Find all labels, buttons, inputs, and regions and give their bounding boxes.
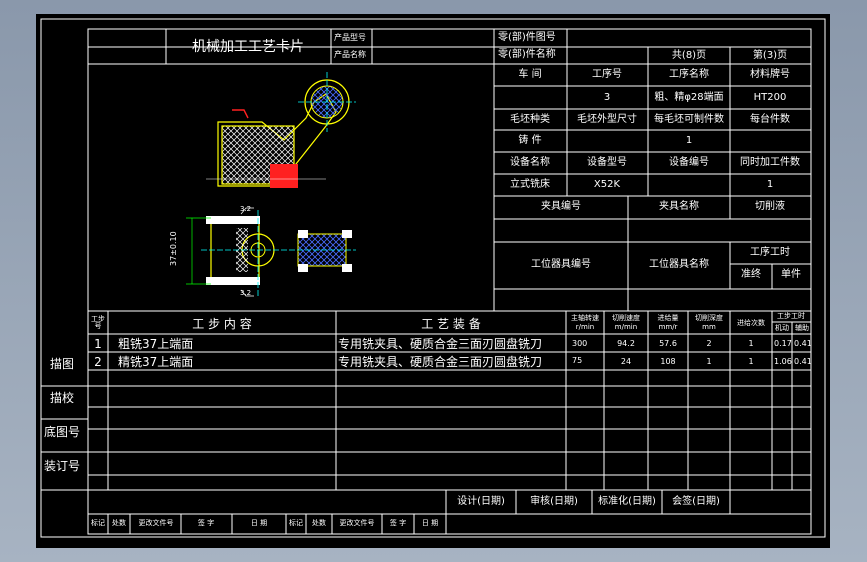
fixture-name-label: 夹具名称	[659, 201, 699, 212]
step-spindle: 300	[572, 339, 588, 348]
roughness-bottom: 3.2	[240, 289, 252, 297]
depth-unit: mm	[702, 323, 716, 331]
op-name-label: 工序名称	[669, 69, 709, 80]
workshop-label: 车 间	[518, 69, 542, 80]
product-model-label: 产品型号	[334, 33, 366, 42]
depth-header: 切削深度	[695, 314, 723, 322]
cut-speed-header: 切削速度	[612, 314, 640, 322]
feed-unit: mm/r	[658, 323, 678, 331]
unit-label: 单件	[781, 269, 801, 280]
step-passes: 1	[748, 357, 754, 366]
change-doc-label-1: 更改文件号	[138, 519, 174, 527]
step-passes: 1	[748, 339, 754, 348]
equip-name-value: 立式铣床	[510, 179, 550, 190]
step-content-header: 工 步 内 容	[192, 317, 252, 331]
per-unit-label: 每台件数	[750, 114, 790, 125]
fixture-no-label: 夹具编号	[541, 201, 581, 212]
per-blank-label: 每毛坯可制件数	[654, 114, 724, 125]
step-speed: 94.2	[617, 339, 635, 348]
step-depth: 1	[706, 357, 712, 366]
trace-label: 描校	[50, 391, 75, 405]
design-label: 设计(日期)	[457, 496, 505, 507]
mark-label-2: 标记	[289, 519, 303, 527]
step-no-header: 工步号	[91, 315, 105, 330]
material-label: 材料牌号	[750, 69, 790, 80]
step-feed: 108	[660, 357, 676, 366]
draw-label: 描图	[50, 357, 75, 371]
bind-no-label: 装订号	[44, 459, 81, 473]
step-spindle: 75	[572, 356, 583, 365]
casting-label: 铸 件	[518, 135, 542, 146]
equipment-header: 工 艺 装 备	[421, 317, 481, 331]
material-value: HT200	[753, 92, 787, 103]
step-content: 粗铣37上端面	[118, 337, 194, 351]
part-side-view	[186, 207, 356, 297]
roughness-top: 3.2	[240, 205, 252, 213]
step-content: 精铣37上端面	[118, 355, 194, 369]
cut-speed-unit: m/min	[614, 323, 638, 331]
feed-header: 进给量	[657, 314, 679, 322]
part-top-view	[206, 72, 356, 188]
equip-model-value: X52K	[593, 179, 621, 190]
machine-header: 机动	[775, 324, 789, 332]
equip-model-label: 设备型号	[587, 157, 627, 168]
step-aux: 0.41	[794, 357, 812, 366]
spindle-unit: r/min	[575, 323, 595, 331]
card-title: 机械加工工艺卡片	[192, 39, 304, 55]
page-number: 第(3)页	[752, 50, 788, 61]
step-machine: 0.17	[774, 339, 792, 348]
step-machine: 1.06	[774, 357, 792, 366]
change-doc-label-2: 更改文件号	[339, 519, 375, 527]
station-tool-name-label: 工位器具名称	[649, 259, 709, 270]
step-no: 1	[94, 337, 102, 351]
count-label-1: 处数	[112, 519, 126, 527]
op-time-label: 工序工时	[750, 247, 790, 258]
step-depth: 2	[706, 339, 712, 348]
aux-header: 辅助	[795, 324, 809, 332]
base-no-label: 底图号	[44, 425, 81, 439]
spindle-header: 主轴转速	[571, 314, 599, 322]
part-name-label: 零(部)件名称	[498, 49, 556, 60]
equip-name-label: 设备名称	[510, 157, 550, 168]
date-label-1: 日 期	[250, 519, 268, 527]
step-no: 2	[94, 355, 102, 369]
op-no-label: 工序号	[592, 69, 622, 80]
standard-label: 标准化(日期)	[598, 496, 656, 507]
passes-header: 进给次数	[737, 319, 765, 327]
step-speed: 24	[620, 357, 632, 366]
station-tool-no-label: 工位器具编号	[531, 259, 591, 270]
drawing-frame: 机械加工工艺卡片 产品型号 产品名称 零(部)件图号 零(部)件名称 共(8)页…	[36, 14, 830, 548]
blank-size-label: 毛坯外型尺寸	[577, 114, 637, 125]
part-drawing-label: 零(部)件图号	[498, 32, 556, 43]
simul-value: 1	[766, 179, 774, 190]
per-blank-value: 1	[685, 135, 693, 146]
mark-label-1: 标记	[91, 519, 105, 527]
total-pages: 共(8)页	[671, 50, 707, 61]
step-equipment: 专用铣夹具、硬质合金三面刃圆盘铣刀	[338, 355, 543, 369]
step-aux: 0.41	[794, 339, 812, 348]
blank-type-label: 毛坯种类	[510, 114, 550, 125]
sign-label: 会签(日期)	[672, 496, 720, 507]
prep-label: 准终	[741, 269, 761, 280]
equip-no-label: 设备编号	[669, 157, 709, 168]
count-label-2: 处数	[312, 519, 326, 527]
dim-vertical: 37±0.10	[169, 231, 178, 266]
op-no-value: 3	[603, 92, 611, 103]
signature-label-1: 签 字	[197, 519, 215, 527]
signature-label-2: 签 字	[389, 519, 407, 527]
coolant-label: 切削液	[755, 201, 785, 212]
step-feed: 57.6	[659, 339, 677, 348]
product-name-label: 产品名称	[334, 50, 366, 59]
review-label: 审核(日期)	[530, 496, 578, 507]
step-equipment: 专用铣夹具、硬质合金三面刃圆盘铣刀	[338, 337, 543, 351]
step-time-header: 工步工时	[777, 312, 805, 320]
op-name-value: 粗、精φ28端面	[654, 92, 724, 103]
simul-label: 同时加工件数	[740, 157, 800, 168]
date-label-2: 日 期	[421, 519, 439, 527]
